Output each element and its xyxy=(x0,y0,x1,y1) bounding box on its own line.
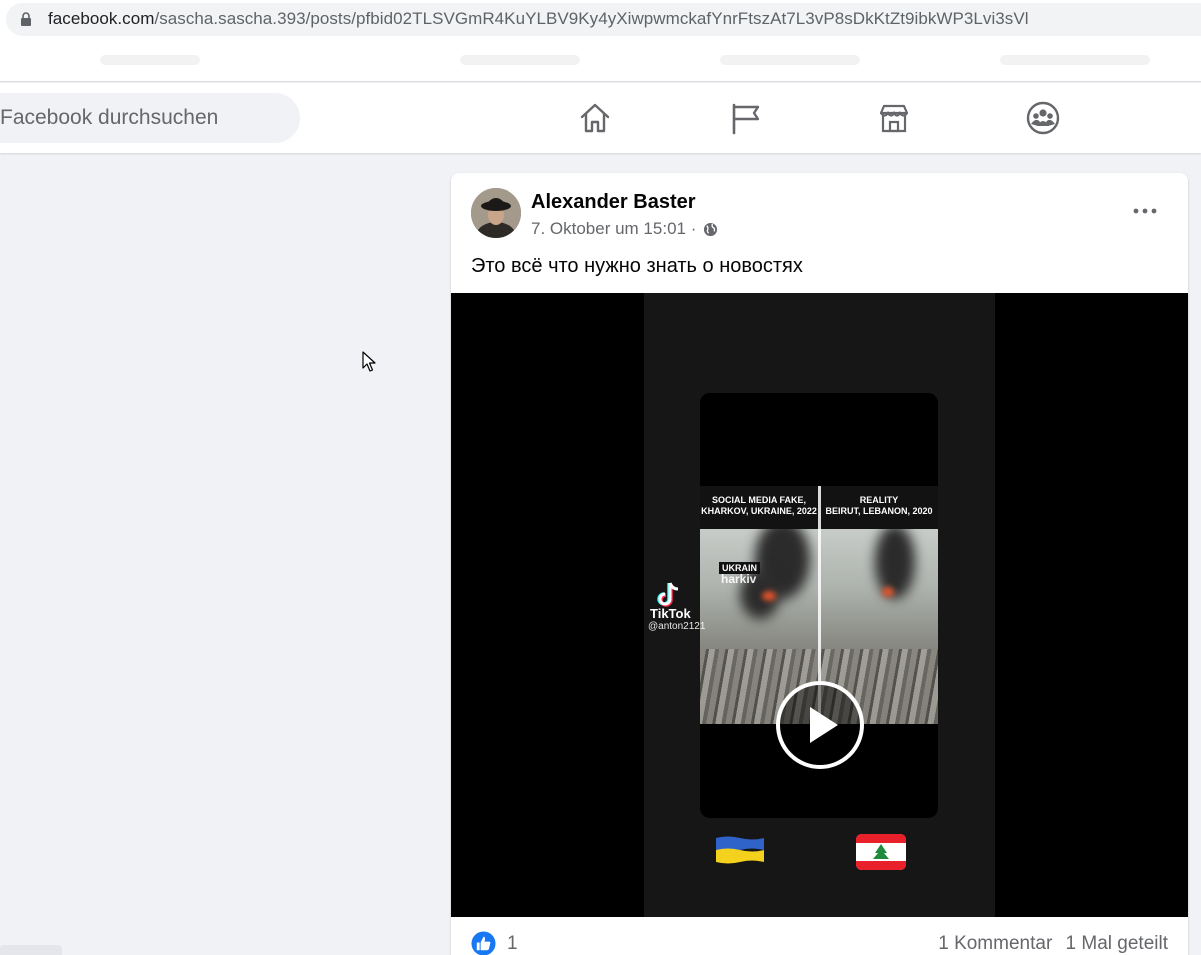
ukraine-flag-icon xyxy=(716,836,764,864)
clip-caption-left: SOCIAL MEDIA FAKE, KHARKOV, UKRAINE, 202… xyxy=(700,486,818,529)
post-card: Alexander Baster 7. Oktober um 15:01 · Э… xyxy=(451,173,1188,955)
facebook-top-bar xyxy=(0,83,1201,153)
play-icon[interactable] xyxy=(776,681,864,769)
left-panel-tab xyxy=(0,945,62,955)
tiktok-label: TikTok xyxy=(650,606,691,621)
bookmark-placeholder xyxy=(460,55,580,65)
clip-caption-right-text: REALITY BEIRUT, LEBANON, 2020 xyxy=(825,495,933,516)
groups-icon[interactable] xyxy=(1026,101,1060,135)
search-input[interactable] xyxy=(0,93,290,143)
bookmark-placeholder xyxy=(720,55,860,65)
tiktok-handle: @anton2121 xyxy=(648,621,706,632)
post-author[interactable]: Alexander Baster xyxy=(531,191,696,214)
video-player[interactable]: SOCIAL MEDIA FAKE, KHARKOV, UKRAINE, 202… xyxy=(451,293,1188,955)
share-count[interactable]: 1 Mal geteilt xyxy=(1066,933,1168,954)
clip-caption-right: REALITY BEIRUT, LEBANON, 2020 xyxy=(820,486,938,529)
url-path: /sascha.sascha.393/posts/pfbid02TLSVGmR4… xyxy=(154,9,1029,28)
globe-icon xyxy=(704,222,718,237)
home-icon[interactable] xyxy=(578,101,612,135)
clip-caption-left-text: SOCIAL MEDIA FAKE, KHARKOV, UKRAINE, 202… xyxy=(701,495,817,516)
post-message: Это всё что нужно знать о новостях xyxy=(471,255,803,277)
post-timestamp[interactable]: 7. Oktober um 15:01 · xyxy=(531,219,718,239)
clip-credit: @Zubrits Anita xyxy=(700,946,793,955)
like-count[interactable]: 1 xyxy=(507,933,518,955)
comment-count[interactable]: 1 Kommentar xyxy=(938,933,1052,954)
bookmark-placeholder xyxy=(1000,55,1150,65)
url-text[interactable]: facebook.com/sascha.sascha.393/posts/pfb… xyxy=(48,9,1029,29)
more-options-icon[interactable] xyxy=(1131,201,1159,221)
marketplace-icon[interactable] xyxy=(877,101,911,135)
avatar-photo xyxy=(471,188,521,238)
avatar[interactable] xyxy=(471,188,521,238)
bookmark-placeholder xyxy=(100,55,200,65)
engagement-summary: 1 Kommentar 1 Mal geteilt xyxy=(930,933,1168,955)
mouse-cursor-icon xyxy=(362,351,376,372)
like-reaction-icon[interactable] xyxy=(471,931,496,955)
browser-address-bar: facebook.com/sascha.sascha.393/posts/pfb… xyxy=(0,0,1201,40)
clip-overlay-subtitle: harkiv xyxy=(721,572,757,586)
lock-icon[interactable] xyxy=(20,12,32,26)
search-box[interactable] xyxy=(0,93,300,143)
lebanon-flag-icon xyxy=(856,834,906,870)
post-timestamp-text: 7. Oktober um 15:01 · xyxy=(531,219,697,238)
pages-flag-icon[interactable] xyxy=(728,101,762,135)
tiktok-logo-icon xyxy=(657,582,679,607)
url-host: facebook.com xyxy=(48,9,155,28)
